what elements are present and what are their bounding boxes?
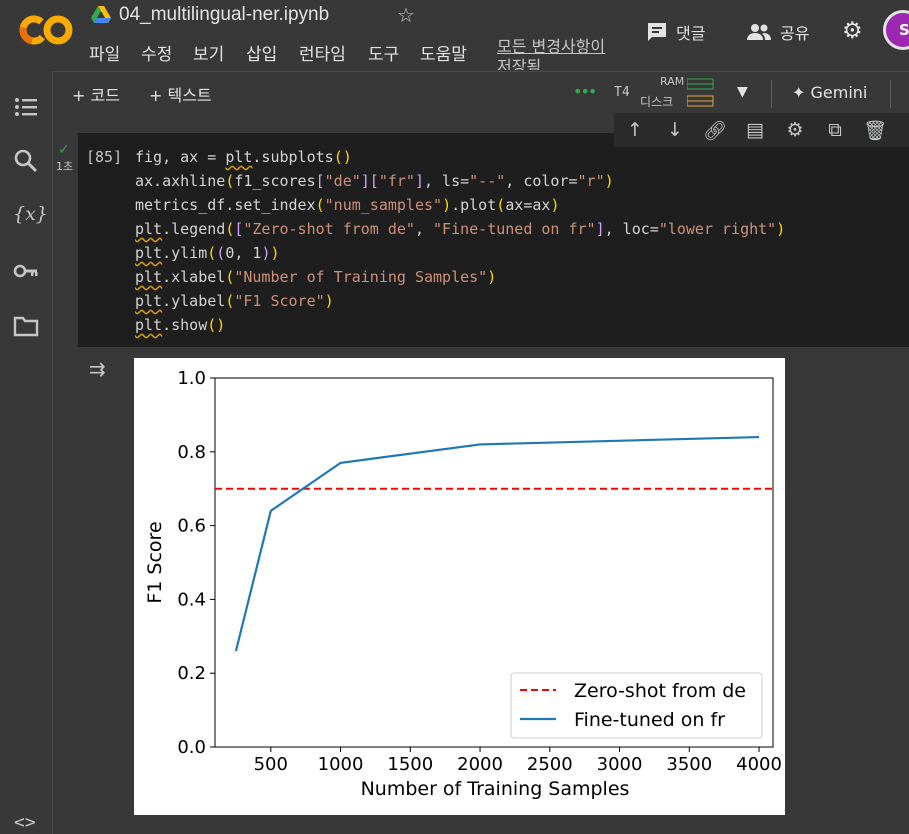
menu-runtime[interactable]: 런타임 [299, 40, 346, 65]
save-status[interactable]: 모든 변경사항이 저장됨 [497, 37, 607, 70]
disk-label: 디스크 [640, 95, 674, 109]
share-button[interactable]: 공유 [746, 20, 809, 44]
people-icon [747, 24, 771, 40]
runtime-type[interactable]: T4 [614, 85, 630, 100]
delete-icon[interactable]: 🗑︎ [862, 119, 888, 142]
code-line: plt.legend(["Zero-shot from de", "Fine-t… [135, 220, 786, 238]
code-snippets-icon[interactable]: <> [14, 812, 36, 833]
menu-file[interactable]: 파일 [89, 40, 120, 65]
comment-icon[interactable]: ▤ [742, 119, 768, 141]
y-axis-label: F1 Score [144, 521, 166, 603]
table-of-contents-icon[interactable] [13, 94, 39, 120]
run-duration: 1초 [56, 160, 74, 173]
menu-tools[interactable]: 도구 [368, 40, 399, 65]
settings-gear-icon[interactable]: ⚙ [842, 18, 863, 44]
resource-meter[interactable] [687, 76, 715, 112]
search-icon[interactable] [13, 148, 39, 174]
y-tick-label: 1.0 [177, 368, 206, 389]
x-tick-label: 500 [254, 754, 288, 775]
toolbar-divider-2 [890, 80, 891, 108]
menu-insert[interactable]: 삽입 [246, 40, 277, 65]
y-tick-label: 0.4 [177, 589, 206, 610]
comment-label: 댓글 [676, 24, 706, 43]
code-line: plt.ylim((0, 1)) [135, 244, 280, 262]
execution-count[interactable]: [85] [86, 148, 122, 166]
x-tick-label: 2000 [457, 754, 503, 775]
run-success-check-icon: ✓ [58, 142, 70, 158]
legend-label-fine-tuned: Fine-tuned on fr [574, 709, 725, 731]
menu-view[interactable]: 보기 [193, 40, 224, 65]
menu-help[interactable]: 도움말 [420, 40, 467, 65]
x-tick-label: 3500 [666, 754, 712, 775]
settings-icon[interactable]: ⚙ [782, 119, 808, 141]
star-icon[interactable]: ☆ [397, 3, 415, 27]
sparkle-icon: ✦ [792, 83, 806, 102]
colab-logo[interactable] [18, 12, 74, 48]
runtime-dropdown-chevron-icon[interactable]: ▼ [737, 84, 748, 100]
link-icon[interactable]: 🔗︎ [702, 119, 728, 142]
gemini-button[interactable]: ✦ Gemini [792, 83, 867, 102]
x-tick-label: 2500 [527, 754, 573, 775]
fine-tuned-series-line [234, 435, 760, 652]
runtime-status-dots-icon[interactable]: ••• [573, 82, 597, 101]
drive-icon[interactable] [91, 6, 111, 24]
variables-icon[interactable]: {x} [13, 203, 48, 229]
x-tick-label: 3000 [597, 754, 643, 775]
add-text-button[interactable]: + 텍스트 [149, 82, 212, 106]
toolbar-divider [771, 80, 772, 108]
y-tick-label: 0.6 [177, 516, 206, 537]
gemini-label: Gemini [810, 83, 868, 102]
code-line: plt.xlabel("Number of Training Samples") [135, 268, 497, 286]
code-line: plt.ylabel("F1 Score") [135, 292, 334, 310]
comment-icon [648, 23, 666, 41]
share-label: 공유 [780, 24, 810, 43]
y-tick-label: 0.0 [177, 737, 206, 758]
code-line: metrics_df.set_index("num_samples").plot… [135, 196, 560, 214]
x-tick-label: 1000 [318, 754, 364, 775]
f1-score-chart: 500 1000 1500 2000 2500 3000 3500 4000 0.0 0.2 0.4… [144, 368, 782, 800]
code-line: fig, ax = plt.subplots() [135, 148, 352, 166]
y-tick-label: 0.2 [177, 663, 206, 684]
legend-label-zero-shot: Zero-shot from de [574, 680, 746, 702]
notebook-title[interactable]: 04_multilingual-ner.ipynb [119, 4, 329, 26]
code-line: plt.show() [135, 316, 226, 334]
comment-button[interactable]: 댓글 [646, 20, 705, 44]
move-down-icon[interactable]: ↓ [662, 119, 688, 141]
menu-edit[interactable]: 수정 [141, 40, 172, 65]
code-line: ax.axhline(f1_scores["de"]["fr"], ls="--… [135, 172, 614, 190]
cell-toolbar: ↑ ↓ 🔗︎ ▤ ⚙ ⧉ 🗑︎ [614, 113, 909, 147]
x-tick-label: 1500 [387, 754, 433, 775]
ram-label: RAM [660, 75, 685, 88]
y-tick-label: 0.8 [177, 442, 206, 463]
x-axis-label: Number of Training Samples [361, 778, 630, 800]
files-folder-icon[interactable] [13, 313, 39, 339]
x-tick-label: 4000 [736, 754, 782, 775]
secrets-key-icon[interactable] [13, 258, 39, 284]
add-code-button[interactable]: + 코드 [72, 82, 120, 106]
mirror-cell-icon[interactable]: ⧉ [822, 119, 848, 141]
left-sidebar [0, 71, 53, 834]
output-actions-icon[interactable]: ⇉ [89, 357, 106, 381]
move-up-icon[interactable]: ↑ [622, 119, 648, 141]
